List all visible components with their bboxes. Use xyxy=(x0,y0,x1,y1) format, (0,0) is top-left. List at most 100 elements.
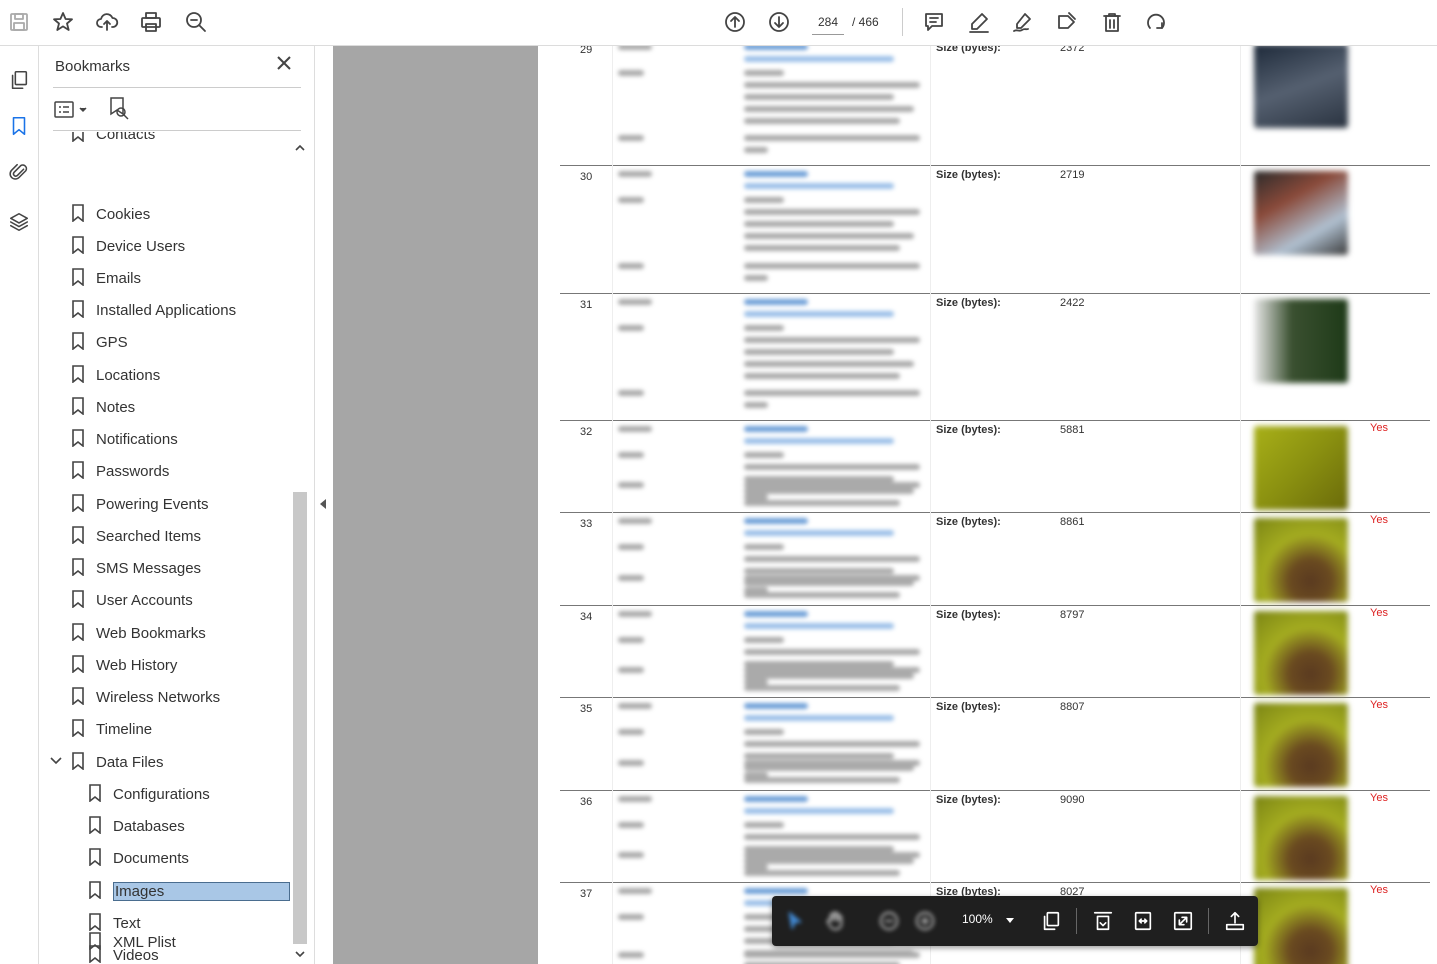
bookmark-web-bookmarks[interactable]: Web Bookmarks xyxy=(71,621,206,645)
share-upload-icon[interactable] xyxy=(1222,908,1248,934)
image-thumbnail[interactable] xyxy=(1254,703,1348,787)
scroll-down-icon[interactable] xyxy=(295,946,305,958)
bookmark-databases[interactable]: Databases xyxy=(88,814,185,838)
bookmark-device-users[interactable]: Device Users xyxy=(71,234,185,258)
highlight-pen-icon[interactable] xyxy=(963,6,995,38)
page-thumbnails-icon[interactable] xyxy=(3,64,35,96)
fit-page-icon[interactable] xyxy=(1090,908,1116,934)
bookmarks-scrollbar[interactable] xyxy=(292,134,308,962)
page-number-input[interactable] xyxy=(812,10,844,35)
comment-icon[interactable] xyxy=(918,6,950,38)
bookmark-notifications[interactable]: Notifications xyxy=(71,427,178,451)
bookmark-gps[interactable]: GPS xyxy=(71,330,128,354)
side-rail xyxy=(0,46,39,964)
bookmark-data-files[interactable]: Data Files xyxy=(50,750,164,774)
zoom-dropdown-icon[interactable] xyxy=(1006,918,1014,923)
floating-toolbar: 100% xyxy=(772,896,1258,946)
layers-icon[interactable] xyxy=(3,206,35,238)
save-icon[interactable] xyxy=(3,6,35,38)
table-row: 34 Size (bytes): 8797 Yes xyxy=(560,605,1430,698)
zoom-in-icon[interactable] xyxy=(912,908,938,934)
print-icon[interactable] xyxy=(135,6,167,38)
bookmark-configurations[interactable]: Configurations xyxy=(88,782,210,806)
bookmark-powering-events[interactable]: Powering Events xyxy=(71,492,209,516)
bookmark-images[interactable]: Images xyxy=(88,879,290,903)
image-thumbnail[interactable] xyxy=(1254,518,1348,602)
column-divider xyxy=(930,605,931,697)
table-row: 30 Size (bytes): 2719 xyxy=(560,165,1430,294)
fit-width-icon[interactable] xyxy=(1130,908,1156,934)
cloud-upload-icon[interactable] xyxy=(91,6,123,38)
image-thumbnail[interactable] xyxy=(1254,299,1348,383)
size-label: Size (bytes): xyxy=(936,794,1001,806)
panel-splitter[interactable] xyxy=(315,46,333,964)
zoom-level[interactable]: 100% xyxy=(962,912,993,926)
bookmark-icon xyxy=(71,687,87,707)
bookmarks-icon[interactable] xyxy=(3,110,35,142)
edit-tag-icon[interactable] xyxy=(1051,6,1083,38)
toolbar-divider xyxy=(1076,908,1077,934)
next-page-icon[interactable] xyxy=(763,6,795,38)
attachments-icon[interactable] xyxy=(3,156,35,188)
image-thumbnail[interactable] xyxy=(1254,46,1348,128)
zoom-search-icon[interactable] xyxy=(180,6,212,38)
panel-divider xyxy=(53,87,301,88)
bookmark-icon xyxy=(71,526,87,546)
collapse-panel-icon[interactable] xyxy=(320,499,326,509)
bookmark-emails[interactable]: Emails xyxy=(71,266,141,290)
size-value: 8861 xyxy=(1060,516,1085,528)
chevron-down-icon[interactable] xyxy=(49,754,63,768)
scroll-up-icon[interactable] xyxy=(295,140,305,151)
size-value: 8807 xyxy=(1060,701,1085,713)
bookmark-icon xyxy=(71,752,87,772)
column-divider xyxy=(930,697,931,790)
size-label: Size (bytes): xyxy=(936,701,1001,713)
bookmark-notes[interactable]: Notes xyxy=(71,395,135,419)
bookmark-options-icon[interactable] xyxy=(53,98,91,122)
previous-page-icon[interactable] xyxy=(719,6,751,38)
bookmark-xml-plist[interactable]: XML Plist xyxy=(88,930,176,954)
bookmark-documents[interactable]: Documents xyxy=(88,846,189,870)
close-panel-icon[interactable] xyxy=(275,54,297,76)
bookmark-cookies[interactable]: Cookies xyxy=(71,202,150,226)
select-cursor-icon[interactable] xyxy=(782,908,808,934)
bookmark-contacts[interactable]: Contacts xyxy=(71,132,155,146)
image-thumbnail[interactable] xyxy=(1254,611,1348,695)
flag-yes: Yes xyxy=(1370,514,1388,526)
bookmark-icon xyxy=(71,365,87,385)
bookmark-icon xyxy=(71,558,87,578)
document-page[interactable]: 29 Size (bytes): 2372 30 Size (bytes): 2719 31… xyxy=(538,46,1437,964)
scrollbar-thumb[interactable] xyxy=(293,492,307,944)
bookmark-web-history[interactable]: Web History xyxy=(71,653,177,677)
bookmark-searched-items[interactable]: Searched Items xyxy=(71,524,201,548)
image-thumbnail[interactable] xyxy=(1254,171,1348,255)
bookmark-wireless-networks[interactable]: Wireless Networks xyxy=(71,685,220,709)
full-screen-icon[interactable] xyxy=(1170,908,1196,934)
find-bookmark-icon[interactable] xyxy=(107,96,131,122)
bookmark-installed-applications[interactable]: Installed Applications xyxy=(71,298,236,322)
bookmark-icon xyxy=(71,590,87,610)
flag-yes: Yes xyxy=(1370,607,1388,619)
column-divider xyxy=(1240,420,1241,512)
image-thumbnail[interactable] xyxy=(1254,888,1348,964)
sign-icon[interactable] xyxy=(1007,6,1039,38)
column-divider xyxy=(1240,165,1241,293)
star-icon[interactable] xyxy=(47,6,79,38)
panel-divider xyxy=(53,130,301,131)
bookmark-timeline[interactable]: Timeline xyxy=(71,717,152,741)
image-thumbnail[interactable] xyxy=(1254,796,1348,880)
delete-icon[interactable] xyxy=(1096,6,1128,38)
bookmark-sms-messages[interactable]: SMS Messages xyxy=(71,556,201,580)
rotate-icon[interactable] xyxy=(1140,6,1172,38)
page-copy-icon[interactable] xyxy=(1038,908,1064,934)
image-thumbnail[interactable] xyxy=(1254,426,1348,510)
redacted-metadata xyxy=(614,424,926,506)
hand-tool-icon[interactable] xyxy=(822,908,848,934)
bookmark-user-accounts[interactable]: User Accounts xyxy=(71,588,193,612)
bookmark-passwords[interactable]: Passwords xyxy=(71,459,169,483)
zoom-out-icon[interactable] xyxy=(876,908,902,934)
column-divider xyxy=(612,790,613,882)
bookmark-locations[interactable]: Locations xyxy=(71,363,160,387)
row-number: 34 xyxy=(580,611,593,623)
bookmark-icon xyxy=(88,784,104,804)
